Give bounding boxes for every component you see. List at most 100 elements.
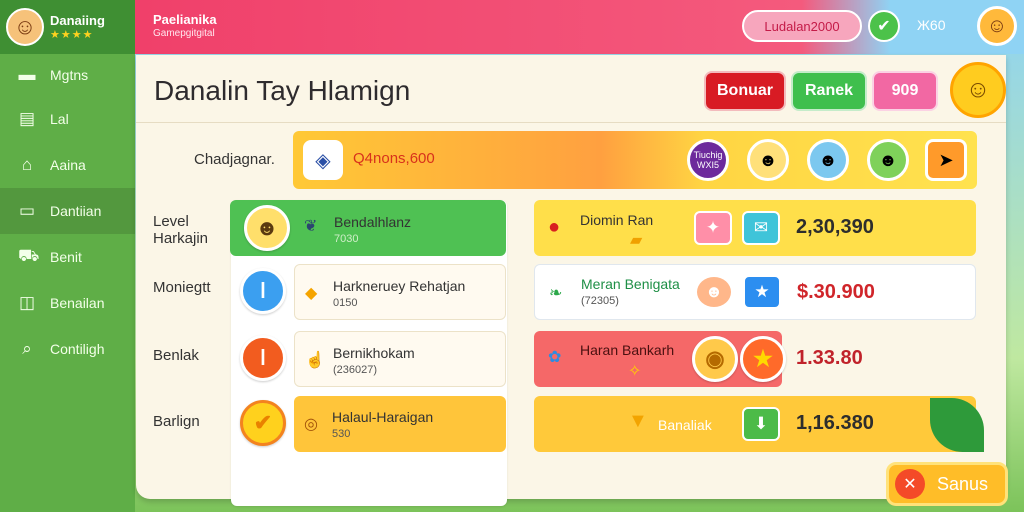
sidebar-item-label: Lal: [50, 111, 69, 127]
sidebar-item-dantiian[interactable]: ▭ Dantiian: [0, 188, 135, 234]
item-sub: 530: [332, 428, 351, 440]
apple-icon: ●: [548, 216, 561, 238]
check-icon: ✔: [877, 18, 891, 35]
progress-banner: ◈ Q4nons,600 Tiuchig WXI5 ☻ ☻ ☻ ➤: [293, 131, 977, 189]
leaf-icon: ❧: [549, 285, 563, 302]
item-sub: (72305): [581, 295, 619, 307]
item-title: Haran Bankarh: [580, 342, 675, 358]
item-title: Bendalhlanz: [334, 214, 412, 230]
row-label-3: Benlak: [153, 347, 199, 364]
page-title: Danalin Tay Hlamign: [154, 75, 411, 106]
item-value: 1,16.380: [796, 412, 874, 434]
sanus-button-label: Sanus: [937, 473, 989, 494]
sidebar-item-label: Benit: [50, 249, 82, 265]
item-title: Banaliak: [658, 417, 712, 433]
top-subtitle: Gamepgitgital: [153, 28, 215, 39]
popcorn-icon: ▼: [628, 410, 648, 432]
item-title: Diomin Ran: [580, 212, 654, 228]
pause-icon[interactable]: ǀ: [240, 335, 286, 381]
tab-ranek[interactable]: Ranek: [791, 71, 867, 111]
character-hardhat-icon[interactable]: ☻: [747, 139, 789, 181]
item-title: Meran Benigata: [581, 276, 680, 292]
badge-purple[interactable]: Tiuchig WXI5: [687, 139, 729, 181]
player-avatar[interactable]: ☺: [6, 8, 44, 46]
sparkle-icon: ✧: [628, 363, 642, 380]
coins-display[interactable]: Ludalan2000: [742, 10, 862, 42]
top-bar: Paelianika Gamepgitgital Ludalan2000 ✔ Ж…: [135, 0, 1024, 54]
leaf-icon: ❦: [304, 218, 318, 235]
item-value: $.30.900: [797, 281, 875, 303]
confirm-button[interactable]: ✔: [868, 10, 900, 42]
sidebar-item-contiligh[interactable]: ⌕ Contiligh: [0, 326, 135, 372]
item-sub: 7030: [334, 233, 359, 245]
item-value: 2,30,390: [796, 216, 874, 238]
card-icon: ▭: [18, 201, 36, 220]
list-item[interactable]: ☝ Bernikhokam (236027): [294, 331, 506, 387]
main-panel: Danalin Tay Hlamign Bonuar Ranek 909 Cha…: [136, 55, 1006, 506]
sanus-button[interactable]: ✕ Sanus: [886, 462, 1008, 506]
character-cap-icon[interactable]: ☻: [807, 139, 849, 181]
sidebar-item-label: Dantiian: [50, 203, 102, 219]
sidebar-item-label: Aaina: [50, 157, 86, 173]
list-item[interactable]: ● Diomin Ran ▰ ✦ ✉ 2,30,390: [534, 200, 976, 256]
tab-909[interactable]: 909: [872, 71, 938, 111]
item-value: 1.33.80: [796, 347, 863, 369]
divider: [136, 122, 1006, 123]
item-title: Bernikhokam: [333, 345, 415, 361]
character-icon[interactable]: ☻: [695, 275, 733, 309]
mail-icon[interactable]: ✉: [742, 211, 780, 245]
chest-icon: ◈: [303, 140, 343, 180]
list-item[interactable]: ◎ Halaul-Haraigan 530: [294, 396, 506, 452]
gift-icon[interactable]: ✦: [694, 211, 732, 245]
rating-stars: ★★★★: [50, 29, 94, 41]
counter-value: Ж60: [917, 17, 946, 33]
sidebar-item-label: Contiligh: [50, 341, 105, 357]
cart-icon: ⛟: [18, 246, 40, 265]
row-label-4: Barlign: [153, 413, 200, 430]
sidebar: ☺ Danaiing ★★★★ ▬ Mgtns ▤ Lal ⌂ Aaina ▭ …: [0, 0, 135, 512]
list-item[interactable]: ◆ Harkneruey Rehatjan 0150: [294, 264, 506, 320]
banner-value: Q4nons,600: [353, 150, 435, 167]
star-icon: ◆: [305, 285, 318, 302]
list-item[interactable]: ❧ Meran Benigata (72305) ☻ ★ $.30.900: [534, 264, 976, 320]
download-icon[interactable]: ⬇: [742, 407, 780, 441]
list-item[interactable]: ☻ ❦ Bendalhlanz 7030: [230, 200, 506, 256]
rocket-icon[interactable]: ➤: [925, 139, 967, 181]
item-sub: (236027): [333, 364, 378, 376]
sidebar-item-aaina[interactable]: ⌂ Aaina: [0, 142, 135, 188]
sidebar-header: ☺ Danaiing ★★★★: [0, 0, 135, 54]
close-icon: ✕: [895, 469, 925, 499]
row-label-2: Moniegtt: [153, 279, 211, 296]
character-icon: ☻: [244, 205, 290, 251]
search-icon: ⌕: [22, 339, 32, 358]
medal-icon: ◉: [692, 336, 738, 382]
star-icon: ★: [740, 336, 786, 382]
building-icon: ▬: [18, 65, 36, 84]
document-icon: ▤: [18, 109, 36, 128]
brand-name: Danaiing: [50, 13, 105, 28]
sun-mascot-icon: ☺: [950, 62, 1006, 118]
ribbon-icon: ✿: [548, 349, 562, 366]
sidebar-item-mgtns[interactable]: ▬ Mgtns: [0, 54, 135, 96]
tab-bonuar[interactable]: Bonuar: [704, 71, 786, 111]
row-label-1: Level Harkajin: [153, 213, 209, 247]
check-icon[interactable]: ✔: [240, 400, 286, 446]
list-item[interactable]: ✿ Haran Bankarh ✧ ◉ ★: [534, 331, 786, 387]
list-item[interactable]: ▼ Banaliak ⬇ 1,16.380: [534, 396, 976, 452]
sidebar-item-benit[interactable]: ⛟ Benit: [0, 234, 135, 280]
character-girl-icon[interactable]: ☻: [867, 139, 909, 181]
profile-avatar[interactable]: ☺: [977, 6, 1017, 46]
chart-icon: ◫: [18, 293, 36, 312]
banner-label: Chadjagnar.: [194, 151, 275, 168]
item-sub: 0150: [333, 297, 358, 309]
sidebar-item-lal[interactable]: ▤ Lal: [0, 96, 135, 142]
target-icon: ◎: [304, 416, 318, 433]
gold-bar-icon: ▰: [630, 232, 643, 249]
home-icon: ⌂: [21, 155, 33, 174]
sidebar-item-label: Benailan: [50, 295, 105, 311]
info-icon[interactable]: ǀ: [240, 268, 286, 314]
sidebar-item-benailan[interactable]: ◫ Benailan: [0, 280, 135, 326]
top-title: Paelianika: [153, 12, 217, 27]
item-title: Halaul-Haraigan: [332, 409, 434, 425]
star-icon[interactable]: ★: [743, 275, 781, 309]
